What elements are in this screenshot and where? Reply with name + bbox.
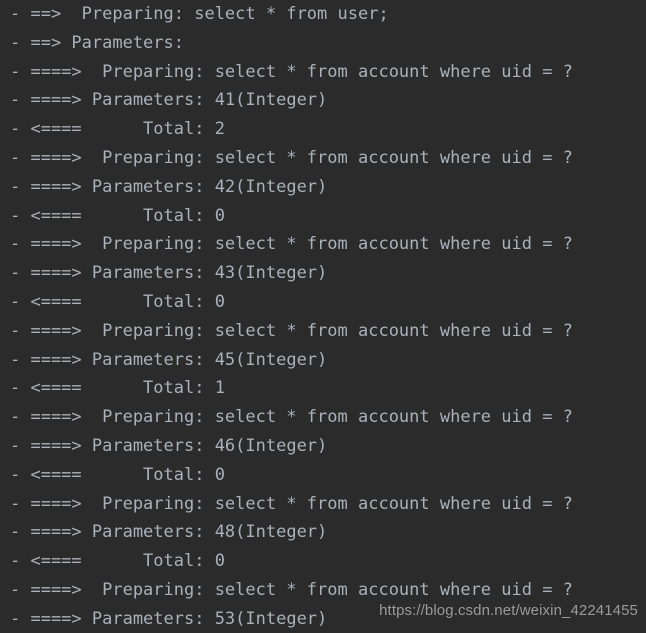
log-line: - <==== Total: 0	[10, 551, 225, 572]
log-line: - ==> Parameters:	[10, 32, 195, 53]
log-line: - ==> Preparing: select * from user;	[10, 4, 389, 24]
log-line-list: - ==> Preparing: select * from user; - ==…	[10, 0, 646, 633]
log-line: - ====> Preparing: select * from account…	[10, 407, 573, 428]
log-line: - ====> Preparing: select * from account…	[10, 147, 573, 168]
log-line: - ====> Parameters: 41(Integer)	[10, 90, 328, 111]
log-line: - ====> Parameters: 48(Integer)	[10, 522, 328, 543]
log-line: - ====> Parameters: 42(Integer)	[10, 176, 328, 197]
log-line: - <==== Total: 2	[10, 119, 225, 140]
log-line: - ====> Preparing: select * from account…	[10, 234, 573, 255]
console-log-output: - ==> Preparing: select * from user; - ==…	[0, 0, 646, 633]
log-line: - ====> Preparing: select * from account…	[10, 320, 573, 341]
log-line: - ====> Parameters: 45(Integer)	[10, 349, 328, 370]
log-line: - <==== Total: 1	[10, 378, 225, 399]
log-line: - ====> Preparing: select * from account…	[10, 493, 573, 514]
log-line: - ====> Preparing: select * from account…	[10, 61, 573, 82]
watermark-url: https://blog.csdn.net/weixin_42241455	[379, 602, 638, 620]
log-line: - <==== Total: 0	[10, 205, 225, 226]
log-line: - <==== Total: 0	[10, 464, 225, 485]
log-line: - ====> Parameters: 46(Integer)	[10, 435, 328, 456]
log-line: - ====> Parameters: 43(Integer)	[10, 263, 328, 284]
log-line: - <==== Total: 0	[10, 291, 225, 312]
